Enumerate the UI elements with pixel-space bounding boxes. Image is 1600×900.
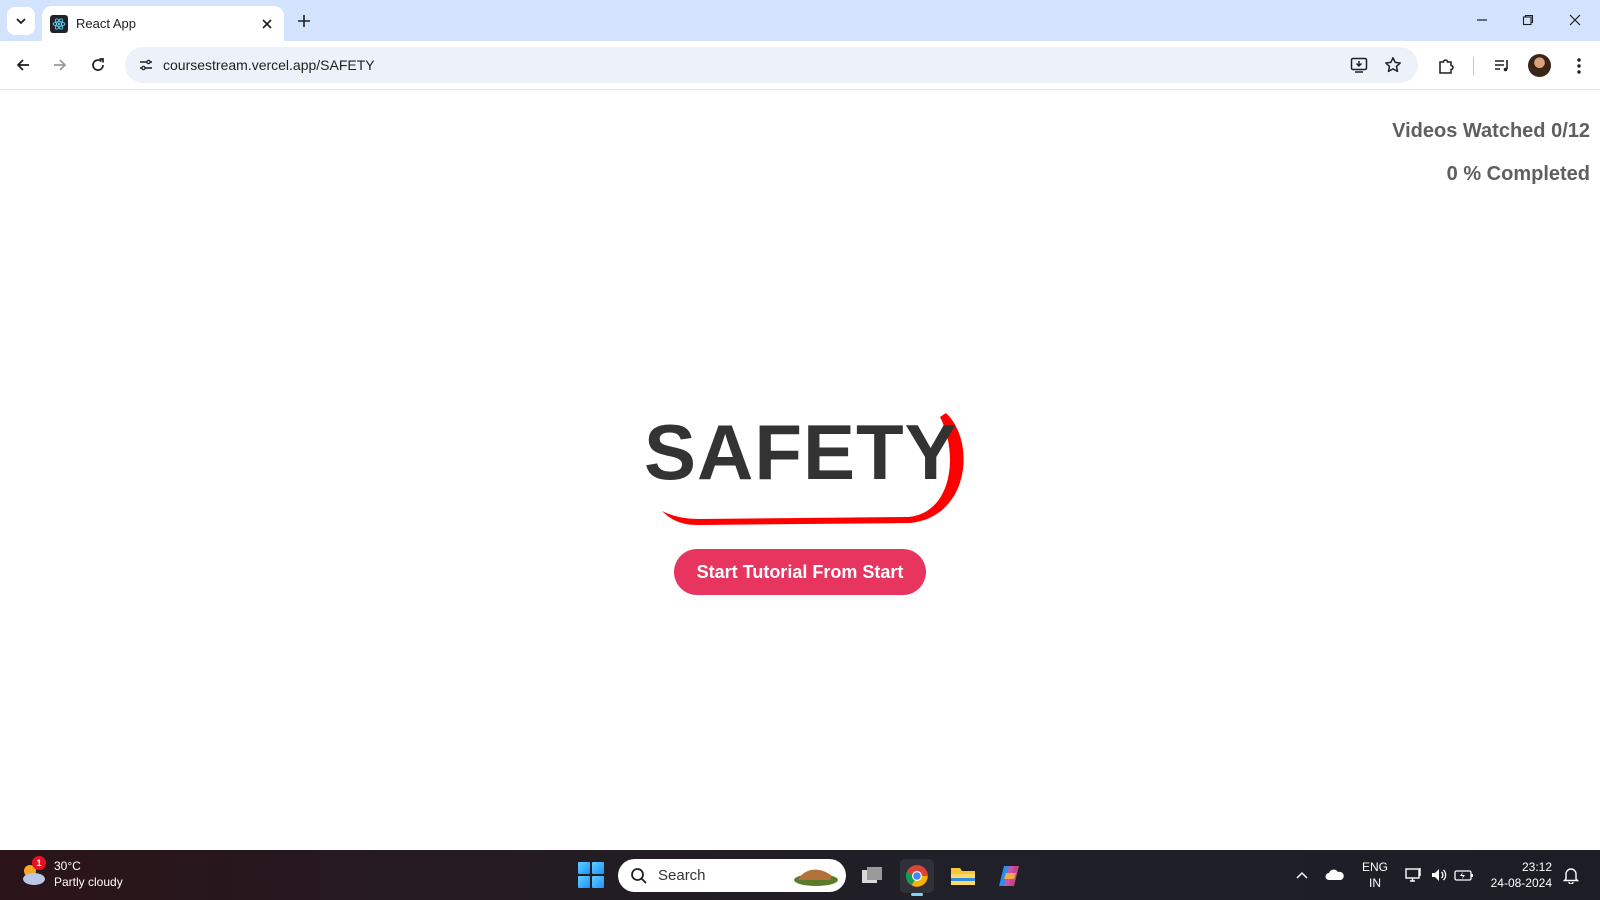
windows-start-icon[interactable] (578, 862, 604, 888)
network-icon[interactable] (1403, 864, 1425, 886)
copilot-icon[interactable] (992, 859, 1026, 893)
search-icon (631, 867, 647, 884)
install-app-icon[interactable] (1347, 53, 1371, 77)
clock-date: 24-08-2024 (1490, 876, 1552, 890)
profile-avatar[interactable] (1528, 54, 1551, 77)
course-title-banner: SAFETY (640, 405, 970, 533)
search-placeholder: Search (658, 867, 706, 884)
weather-badge: 1 (32, 856, 46, 870)
browser-toolbar: coursestream.vercel.app/SAFETY (0, 41, 1600, 90)
onedrive-cloud-icon[interactable] (1324, 864, 1346, 886)
tab-search-icon[interactable] (7, 7, 35, 35)
address-bar[interactable]: coursestream.vercel.app/SAFETY (125, 47, 1418, 83)
weather-temperature: 30°C (54, 859, 81, 873)
react-logo-icon (50, 14, 68, 33)
battery-icon[interactable] (1453, 864, 1475, 886)
extensions-puzzle-icon[interactable] (1433, 53, 1459, 79)
toolbar-separator (1473, 57, 1474, 75)
clock-time: 23:12 (1521, 860, 1552, 874)
region-code: IN (1369, 876, 1381, 890)
back-arrow-icon[interactable] (8, 50, 38, 80)
language-code: ENG (1362, 860, 1389, 874)
task-view-icon[interactable] (855, 859, 889, 893)
browser-tab-strip: React App (0, 0, 1600, 41)
notification-bell-icon[interactable] (1560, 864, 1582, 886)
system-clock[interactable]: 23:12 24-08-2024 (1488, 859, 1552, 891)
chrome-icon[interactable] (900, 859, 934, 896)
search-highlight-image (794, 869, 838, 886)
url-text: coursestream.vercel.app/SAFETY (163, 57, 375, 73)
course-title: SAFETY (644, 408, 958, 496)
close-icon[interactable] (258, 15, 276, 33)
videos-watched-text: Videos Watched 0/12 (1392, 120, 1590, 142)
start-tutorial-button[interactable]: Start Tutorial From Start (674, 549, 926, 595)
weather-widget[interactable]: 1 30°C Partly cloudy (18, 856, 123, 890)
weather-condition: Partly cloudy (54, 875, 123, 889)
close-window-icon[interactable] (1558, 4, 1592, 36)
restore-icon[interactable] (1511, 4, 1545, 36)
menu-dots-icon[interactable] (1566, 53, 1592, 79)
chevron-up-icon[interactable] (1291, 864, 1313, 886)
plus-icon[interactable] (292, 9, 316, 33)
reload-icon[interactable] (83, 50, 113, 80)
windows-taskbar: 1 30°C Partly cloudy Search ENG IN 23:12… (0, 850, 1600, 900)
volume-icon[interactable] (1428, 864, 1450, 886)
bookmark-star-icon[interactable] (1381, 53, 1405, 77)
language-indicator[interactable]: ENG IN (1362, 859, 1388, 891)
media-controls-icon[interactable] (1489, 53, 1515, 79)
progress-summary: Videos Watched 0/12 0 % Completed (1392, 120, 1590, 206)
file-explorer-icon[interactable] (946, 859, 980, 893)
completion-percent-text: 0 % Completed (1446, 163, 1590, 185)
forward-arrow-icon[interactable] (45, 50, 75, 80)
minimize-icon[interactable] (1465, 4, 1499, 36)
partly-cloudy-icon: 1 (18, 856, 48, 889)
taskbar-search[interactable]: Search (618, 859, 846, 892)
browser-tab[interactable]: React App (42, 6, 284, 41)
site-info-icon[interactable] (133, 52, 159, 78)
tab-title: React App (76, 16, 136, 31)
